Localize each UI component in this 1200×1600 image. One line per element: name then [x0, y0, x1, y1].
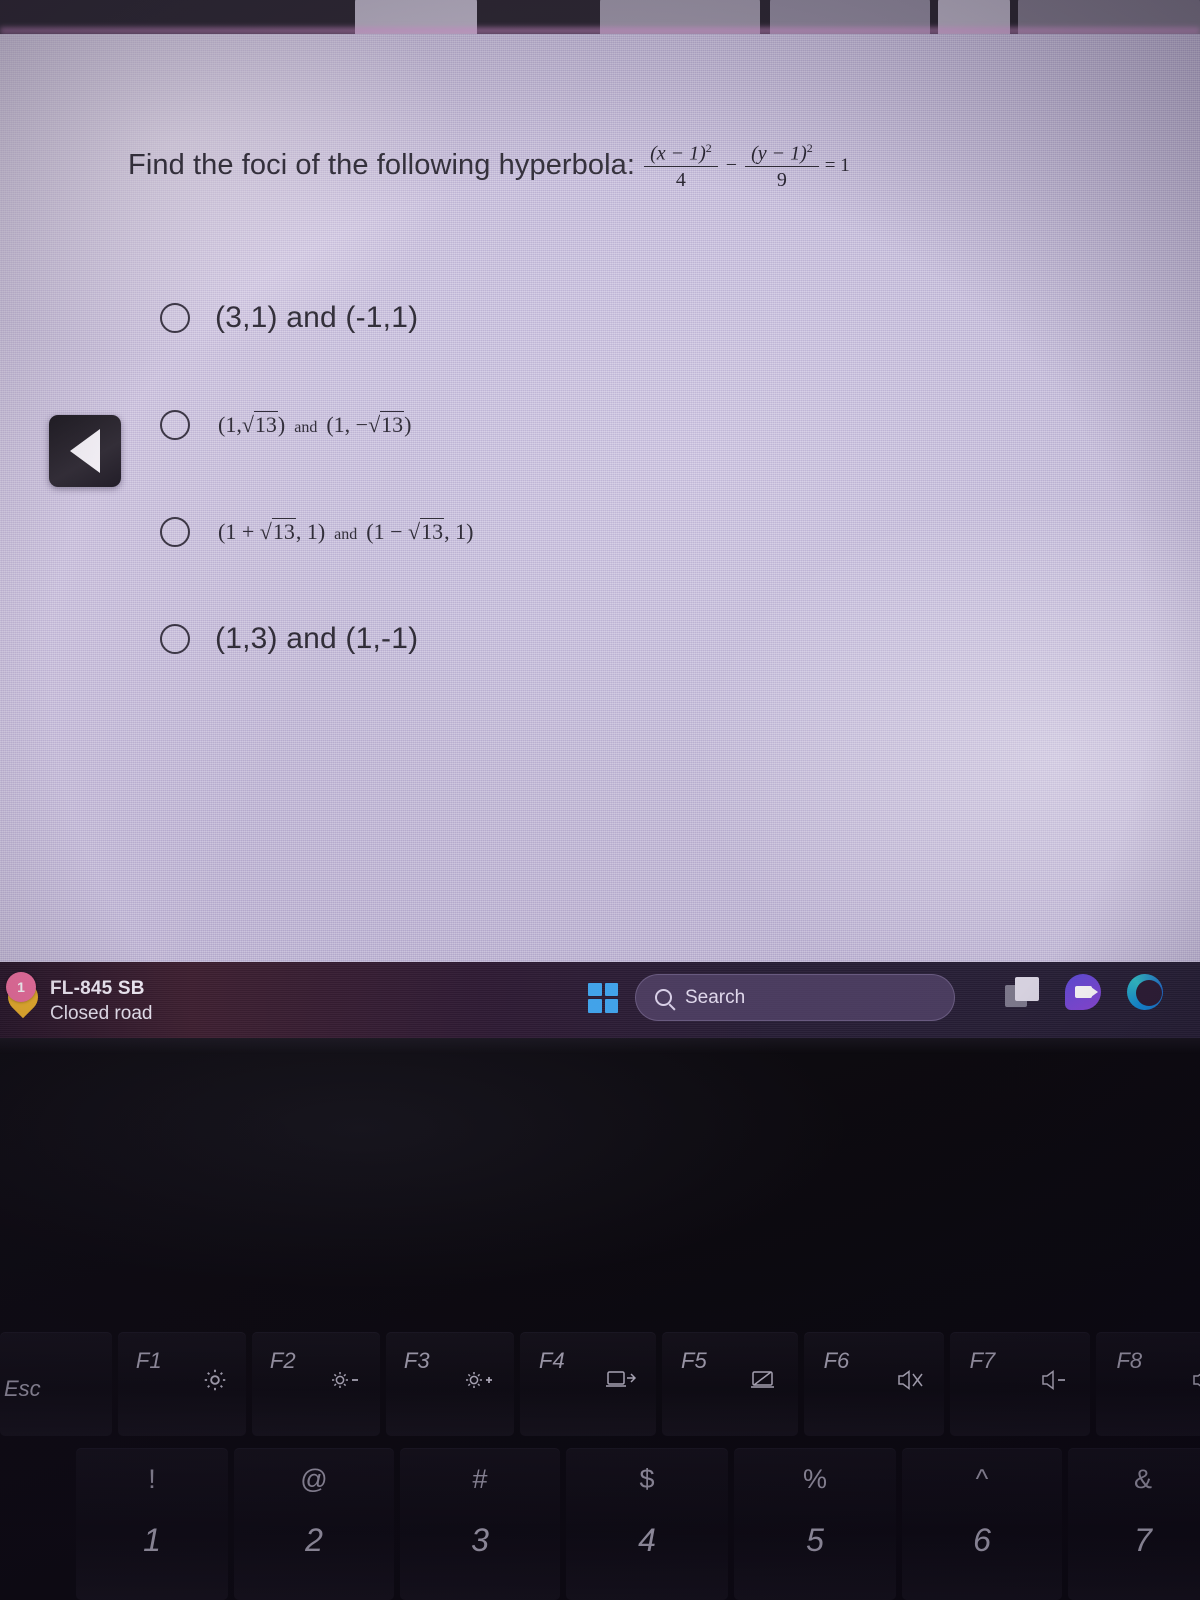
notification-badge: 1	[6, 972, 36, 1002]
term1-exponent: 2	[705, 141, 712, 155]
display-switch-icon	[604, 1366, 638, 1392]
key-1[interactable]: ! 1	[76, 1448, 228, 1600]
answer-option-b-label: (1,√13) and (1, −√13)	[218, 411, 412, 438]
traffic-notification[interactable]: 1 FL-845 SB Closed road	[1, 968, 153, 1026]
key-f8[interactable]: F8	[1096, 1332, 1200, 1436]
key-f7[interactable]: F7	[950, 1332, 1090, 1436]
option-c-left-expression: (1 + √13, 1)	[218, 518, 326, 544]
notification-title: FL-845 SB	[50, 978, 145, 999]
search-icon	[655, 989, 672, 1006]
key-f4[interactable]: F4	[520, 1332, 656, 1436]
equation-term-1: (x − 1)2 4	[644, 142, 718, 190]
radio-button-c[interactable]	[160, 517, 190, 547]
key-6[interactable]: ^ 6	[902, 1448, 1062, 1600]
key-4[interactable]: $ 4	[566, 1448, 728, 1600]
taskbar-pinned-apps	[1005, 974, 1163, 1010]
key-f2[interactable]: F2	[252, 1332, 380, 1436]
question-text: Find the foci of the following hyperbola…	[128, 149, 636, 182]
answer-option-b[interactable]: (1,√13) and (1, −√13)	[160, 393, 920, 457]
key-5[interactable]: % 5	[734, 1448, 896, 1600]
answer-option-a-label: (3,1) and (-1,1)	[215, 301, 419, 334]
keyboard-number-row: ! 1 @ 2 # 3 $ 4 % 5 ^ 6 & 7	[0, 1448, 1200, 1600]
term2-denominator: 9	[776, 168, 787, 191]
key-f1[interactable]: F1	[118, 1332, 246, 1436]
back-button[interactable]	[49, 415, 121, 487]
taskbar-center-group: Search	[588, 974, 955, 1021]
answer-option-c-label: (1 + √13, 1) and (1 − √13, 1)	[218, 518, 474, 545]
notification-subtitle: Closed road	[50, 1003, 153, 1025]
radio-button-b[interactable]	[160, 410, 190, 440]
answer-option-d[interactable]: (1,3) and (1,-1)	[160, 607, 920, 671]
equation-term-2: (y − 1)2 9	[745, 142, 819, 190]
key-f3[interactable]: F3	[386, 1332, 514, 1436]
option-b-right-expression: (1, −√13)	[326, 411, 412, 437]
equation-operator: −	[725, 154, 738, 177]
laptop-photo: Find the foci of the following hyperbola…	[0, 0, 1200, 1600]
volume-down-icon	[1038, 1366, 1072, 1394]
answer-option-c[interactable]: (1 + √13, 1) and (1 − √13, 1)	[160, 500, 920, 564]
teams-icon[interactable]	[1065, 974, 1101, 1010]
gear-icon	[201, 1366, 229, 1394]
key-f5[interactable]: F5	[662, 1332, 798, 1436]
edge-icon[interactable]	[1127, 974, 1163, 1010]
volume-up-icon	[1189, 1366, 1200, 1394]
radio-button-d[interactable]	[160, 624, 190, 654]
search-placeholder: Search	[685, 986, 746, 1008]
brightness-down-icon	[327, 1366, 363, 1394]
option-c-right-expression: (1 − √13, 1)	[366, 518, 474, 544]
map-pin-icon: 1	[1, 968, 45, 1026]
key-7[interactable]: & 7	[1068, 1448, 1200, 1600]
key-f6[interactable]: F6	[804, 1332, 944, 1436]
brightness-up-icon	[461, 1366, 497, 1394]
key-esc[interactable]: Esc	[0, 1332, 112, 1436]
term2-exponent: 2	[806, 141, 813, 155]
laptop-screen: Find the foci of the following hyperbola…	[0, 34, 1200, 962]
term2-numerator: (y − 1)	[751, 142, 807, 165]
option-b-left-expression: (1,√13)	[218, 411, 286, 437]
radio-button-a[interactable]	[160, 303, 190, 333]
windows-taskbar: 1 FL-845 SB Closed road Search	[0, 962, 1200, 1038]
hyperbola-equation: (x − 1)2 4 − (y − 1)2 9 = 1	[644, 142, 850, 190]
term1-numerator: (x − 1)	[650, 142, 706, 165]
option-b-conjunction: and	[294, 419, 318, 436]
left-triangle-icon	[70, 429, 100, 473]
key-2[interactable]: @ 2	[234, 1448, 394, 1600]
answer-option-d-label: (1,3) and (1,-1)	[215, 622, 419, 655]
windows-logo-icon[interactable]	[588, 982, 618, 1013]
question-row: Find the foci of the following hyperbola…	[128, 142, 850, 190]
answer-option-a[interactable]: (3,1) and (-1,1)	[160, 286, 920, 350]
deck-reflection	[0, 1038, 1200, 1338]
task-view-icon[interactable]	[1005, 977, 1039, 1007]
key-3[interactable]: # 3	[400, 1448, 560, 1600]
taskbar-search-box[interactable]: Search	[635, 974, 955, 1021]
keyboard-function-row: Esc F1 F2 F3 F4 F5 F6 F7 F8	[0, 1332, 1200, 1436]
answer-options-list: (3,1) and (-1,1) (1,√13) and (1, −√13) (…	[160, 286, 920, 714]
equation-equals: = 1	[824, 154, 850, 176]
option-c-conjunction: and	[334, 526, 358, 543]
term1-denominator: 4	[675, 168, 686, 191]
mute-icon	[894, 1366, 926, 1394]
touchpad-toggle-icon	[748, 1366, 780, 1392]
